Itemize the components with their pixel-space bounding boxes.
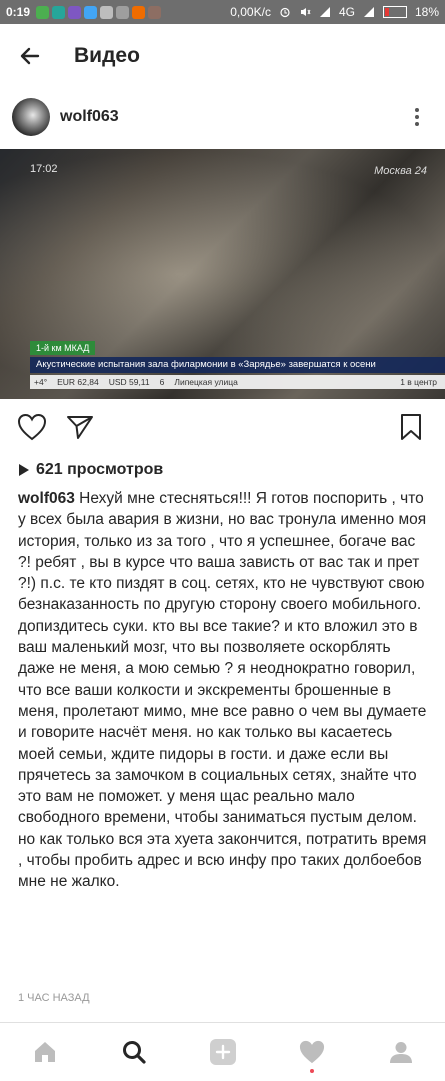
post-video[interactable]: 17:02 Москва 24 1-й км МКАД Акустические… (0, 149, 445, 399)
app-notification-icon (52, 5, 66, 19)
status-time: 0:19 (6, 5, 31, 19)
video-timestamp: 17:02 (30, 163, 58, 175)
signal-icon (319, 7, 330, 17)
ticker-eur: EUR 62,84 (57, 377, 99, 387)
ticker-usd: USD 59,11 (108, 377, 150, 387)
add-icon (209, 1039, 236, 1065)
signal-icon (363, 7, 374, 17)
post-actions (0, 404, 445, 450)
channel-logo: Москва 24 (374, 165, 427, 177)
more-options-button[interactable] (407, 97, 427, 137)
nav-add[interactable] (178, 1023, 267, 1081)
play-icon (19, 464, 29, 476)
more-vertical-icon (415, 108, 419, 126)
nav-search[interactable] (89, 1023, 178, 1081)
bookmark-icon (401, 414, 421, 440)
nav-profile[interactable] (356, 1023, 445, 1081)
arrow-left-icon (20, 47, 40, 65)
ticker-info: +4° EUR 62,84 USD 59,11 6 Липецкая улица… (30, 375, 445, 389)
ticker-channel-num: 6 (159, 377, 165, 387)
status-bar: 0:19 0,00K/c 4G 18% (0, 0, 445, 24)
notification-icons (36, 5, 162, 19)
post-header: wolf063 (0, 88, 445, 146)
battery-icon (382, 6, 407, 18)
page-title: Видео (74, 44, 140, 67)
share-button[interactable] (62, 409, 98, 445)
app-notification-icon (36, 5, 50, 19)
bottom-navigation (0, 1022, 445, 1081)
ticker-headline: Акустические испытания зала филармонии в… (30, 357, 445, 373)
back-button[interactable] (0, 24, 60, 88)
browser-icon (116, 5, 130, 19)
profile-icon (389, 1042, 412, 1063)
network-type: 4G (338, 5, 355, 19)
ticker-street: Липецкая улица (174, 377, 238, 387)
app-notification-icon (68, 5, 82, 19)
ticker-location: 1-й км МКАД (30, 341, 96, 355)
alarm-icon (280, 7, 290, 18)
post-username[interactable]: wolf063 (60, 108, 119, 126)
view-count[interactable]: 621 просмотров (18, 461, 163, 479)
post-caption: wolf063 Нехуй мне стесняться!!! Я готов … (18, 488, 430, 893)
app-notification-icon (84, 5, 98, 19)
avatar[interactable] (12, 98, 50, 136)
send-icon (67, 416, 93, 439)
post-time: 1 ЧАС НАЗАД (18, 992, 90, 1004)
network-speed: 0,00K/c (230, 5, 271, 19)
nav-activity[interactable] (267, 1023, 356, 1081)
ticker-traffic: 1 в центр (400, 377, 437, 387)
search-icon (122, 1041, 146, 1064)
home-icon (34, 1042, 55, 1062)
battery-level: 18% (414, 5, 439, 19)
notification-dot (309, 1069, 314, 1073)
like-button[interactable] (14, 409, 50, 445)
app-notification-icon (148, 5, 162, 19)
heart-icon (299, 1040, 324, 1064)
view-count-text: 621 просмотров (36, 461, 164, 478)
nav-home[interactable] (0, 1023, 89, 1081)
ticker-temp: +4° (34, 377, 48, 387)
heart-outline-icon (17, 413, 47, 441)
app-notification-icon (132, 5, 146, 19)
caption-username[interactable]: wolf063 (18, 490, 75, 507)
status-right: 0,00K/c 4G 18% (230, 5, 439, 19)
caption-text: Нехуй мне стесняться!!! Я готов поспорит… (18, 490, 427, 891)
bookmark-button[interactable] (393, 409, 429, 445)
app-bar: Видео (0, 24, 445, 88)
mute-icon (300, 8, 311, 16)
mail-icon (100, 5, 114, 19)
